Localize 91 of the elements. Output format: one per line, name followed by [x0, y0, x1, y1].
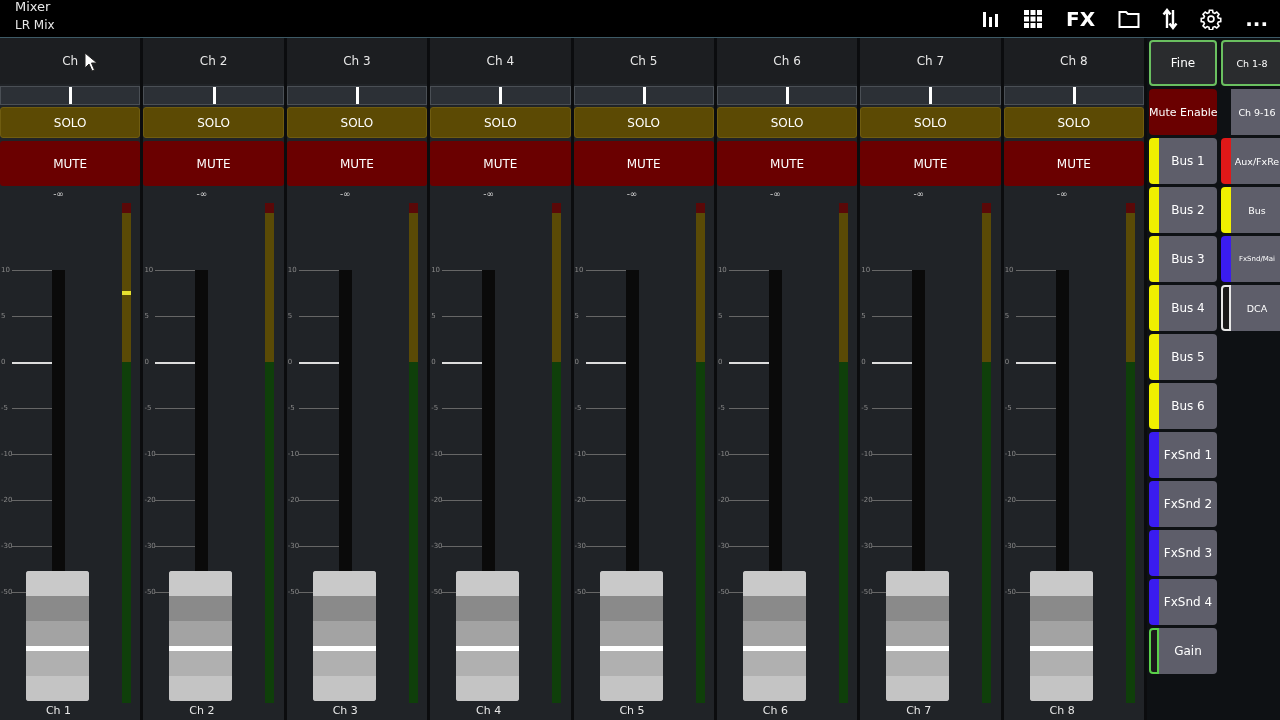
fader-handle[interactable] [312, 571, 376, 702]
gain-reading: -∞ [625, 189, 639, 199]
bus-button[interactable]: Bus 2 [1159, 187, 1217, 233]
layer-tab[interactable]: Bus [1231, 187, 1280, 233]
channel-name[interactable]: Ch 8 [1003, 38, 1144, 84]
bus-button[interactable]: Bus 1 [1159, 138, 1217, 184]
channel-name[interactable]: Ch [0, 38, 141, 84]
window-title: Mixer [15, 0, 52, 15]
solo-button[interactable]: SOLO [143, 107, 284, 138]
pan-handle[interactable] [355, 87, 359, 104]
pan-handle[interactable] [642, 87, 646, 104]
fader-handle[interactable] [742, 571, 806, 702]
pan-handle[interactable] [786, 87, 790, 104]
bus-button[interactable]: Bus 5 [1159, 334, 1217, 380]
pan-handle[interactable] [212, 87, 216, 104]
gain-reading: -∞ [338, 189, 352, 199]
mute-button[interactable]: MUTE [430, 141, 571, 186]
gain-reading: -∞ [195, 189, 209, 199]
pan-slider[interactable] [716, 86, 858, 105]
bus-button[interactable]: Bus 6 [1159, 383, 1217, 429]
fader-handle[interactable] [456, 571, 520, 702]
gain-reading: -∞ [52, 189, 65, 199]
swap-arrows-icon[interactable] [1162, 7, 1179, 30]
channel-label: Ch 8 [1048, 704, 1076, 718]
pan-handle[interactable] [929, 87, 933, 104]
pan-slider[interactable] [0, 86, 141, 105]
bus-button[interactable]: FxSnd 1 [1159, 432, 1217, 478]
pan-slider[interactable] [573, 86, 714, 105]
toolbar-button[interactable]: FX [1066, 6, 1096, 31]
mute-button[interactable]: MUTE [573, 141, 714, 186]
layer-tab[interactable]: Aux/FxRe [1231, 138, 1280, 184]
bus-button[interactable]: FxSnd 4 [1159, 579, 1217, 625]
bus-button[interactable]: FxSnd 2 [1159, 481, 1217, 527]
mouse-cursor-icon [84, 52, 98, 72]
channel-label: Ch 6 [761, 704, 789, 718]
toolbar-button[interactable]: ... [1245, 6, 1268, 31]
channel-label: Ch 2 [188, 704, 216, 718]
fader-handle[interactable] [26, 571, 89, 702]
grid-icon[interactable] [1023, 8, 1044, 29]
mute-button[interactable]: MUTE [860, 141, 1001, 186]
gain-reading: -∞ [1055, 189, 1069, 199]
solo-button[interactable]: SOLO [286, 107, 428, 138]
solo-button[interactable]: SOLO [860, 107, 1001, 138]
fine-button[interactable]: Fine [1149, 40, 1217, 86]
mute-button[interactable]: MUTE [143, 141, 284, 186]
channel-name[interactable]: Ch 7 [860, 38, 1001, 84]
pan-handle[interactable] [499, 87, 503, 104]
mute-enable-button[interactable]: Mute Enable [1149, 89, 1217, 135]
channel-name[interactable]: Ch 2 [143, 38, 284, 84]
gain-reading: -∞ [482, 189, 495, 199]
pan-slider[interactable] [286, 86, 428, 105]
channel-label: Ch 1 [44, 704, 73, 718]
mix-title: LR Mix [15, 18, 55, 33]
channel-name[interactable]: Ch 5 [573, 38, 714, 84]
solo-button[interactable]: SOLO [573, 107, 714, 138]
solo-button[interactable]: SOLO [716, 107, 858, 138]
pan-slider[interactable] [860, 86, 1001, 105]
mute-button[interactable]: MUTE [286, 141, 428, 186]
channel-label: Ch 5 [618, 704, 646, 718]
channel-label: Ch 3 [331, 704, 359, 718]
pan-handle[interactable] [1072, 87, 1076, 104]
bus-button[interactable]: Bus 4 [1159, 285, 1217, 331]
channel-name[interactable]: Ch 6 [716, 38, 858, 84]
bus-button[interactable]: Bus 3 [1159, 236, 1217, 282]
fader-handle[interactable] [599, 571, 663, 702]
solo-button[interactable]: SOLO [0, 107, 141, 138]
pan-handle[interactable] [69, 87, 73, 104]
mute-button[interactable]: MUTE [0, 141, 141, 186]
layer-tab[interactable]: Ch 1-8 [1221, 40, 1280, 86]
channel-label: Ch 4 [475, 704, 503, 718]
mute-button[interactable]: MUTE [1003, 141, 1144, 186]
gain-reading: -∞ [769, 189, 782, 199]
fader-handle[interactable] [1029, 571, 1093, 702]
folder-icon[interactable] [1118, 8, 1141, 29]
solo-button[interactable]: SOLO [430, 107, 571, 138]
bus-button[interactable]: Gain [1159, 628, 1217, 674]
gain-reading: -∞ [912, 189, 926, 199]
pan-slider[interactable] [430, 86, 571, 105]
mute-button[interactable]: MUTE [716, 141, 858, 186]
pan-slider[interactable] [1003, 86, 1144, 105]
channel-name[interactable]: Ch 3 [286, 38, 428, 84]
bus-button[interactable]: FxSnd 3 [1159, 530, 1217, 576]
channel-label: Ch 7 [905, 704, 933, 718]
fader-handle[interactable] [169, 571, 233, 702]
layer-tab[interactable]: Ch 9-16 [1231, 89, 1280, 135]
channel-name[interactable]: Ch 4 [430, 38, 571, 84]
pan-slider[interactable] [143, 86, 284, 105]
solo-button[interactable]: SOLO [1003, 107, 1144, 138]
fader-handle[interactable] [886, 571, 950, 702]
settings-icon[interactable] [1200, 7, 1223, 30]
layer-tab[interactable]: DCA [1231, 285, 1280, 331]
